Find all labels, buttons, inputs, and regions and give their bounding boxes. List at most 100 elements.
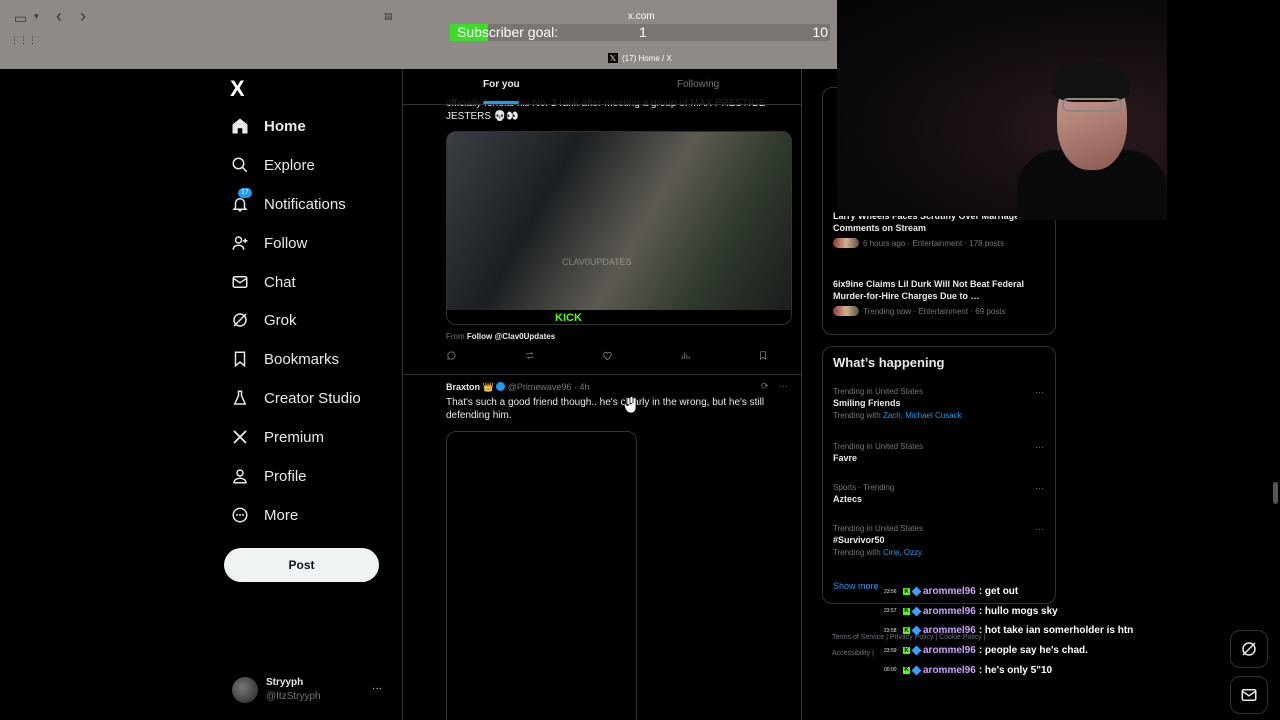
kick-logo: KICK [555,312,582,324]
sidebar-item-chat[interactable]: Chat [230,267,296,297]
more-icon[interactable]: ··· [1035,387,1044,397]
sidebar-item-follow[interactable]: Follow [230,228,307,258]
diamond-badge-icon [911,645,922,656]
mail-icon [1241,689,1257,701]
repost-icon[interactable] [524,350,536,364]
source-prefix: From [446,332,465,341]
trend-item[interactable]: Trending in United States Smiling Friend… [833,387,1048,420]
tweet-video[interactable] [446,431,637,720]
more-icon[interactable]: ··· [1035,483,1044,493]
sidebar-item-label: Bookmarks [264,350,340,368]
trend-with: Trending with Zach, Michael Cusack [833,411,1048,420]
grok-button[interactable] [1230,630,1268,668]
diamond-badge-icon [911,586,922,597]
bookmark-icon[interactable] [758,350,768,364]
account-switcher[interactable]: Stryyph @ItzStryyph ··· [230,675,390,705]
messages-button[interactable] [1230,676,1268,714]
reply-icon[interactable] [446,350,457,364]
chat-message: 23:58 K arommel96 : hot take ian somerho… [884,621,1184,641]
tweet-time[interactable]: · 4h [574,382,590,392]
sidebar-item-label: Grok [264,311,297,329]
subscriber-goal-label: Subscriber goal: [457,24,559,40]
video-caption-strip [447,310,791,324]
news-item[interactable]: 6ix9ine Claims Lil Durk Will Not Beat Fe… [833,278,1048,316]
sidebar-toggle-icon[interactable]: ▭ [14,10,27,27]
avatar [232,677,258,703]
trend-item[interactable]: Trending in United States #Survivor50 Tr… [833,524,1048,557]
tweet-header: Braxton 👑 @Primewave96 · 4h [446,382,589,393]
chat-time: 23:59 [884,647,897,654]
sidebar-item-creator-studio[interactable]: Creator Studio [230,383,361,413]
trend-with-links[interactable]: Cirie, Ozzy [883,548,922,557]
sidebar-item-home[interactable]: Home [230,111,306,141]
sidebar-nav: X Home Explore 17 Notifications Follow C… [224,70,402,720]
diamond-badge-icon [911,665,922,676]
chat-message: 23:57 K arommel96 : hullo mogs sky [884,602,1184,622]
mail-icon [230,272,250,292]
chat-message: 00:00 K arommel96 : he's only 5"10 [884,660,1184,680]
more-icon[interactable]: ··· [1035,442,1044,452]
chat-text: : hullo mogs sky [978,605,1058,617]
more-icon[interactable]: ··· [1035,524,1044,534]
tweet-video[interactable]: CLAV0UPDATES KICK [446,131,792,325]
chat-text: : he's only 5"10 [978,664,1053,676]
sidebar-item-label: Notifications [264,195,346,213]
account-handle: @ItzStryyph [266,691,321,702]
trend-with-links[interactable]: Zach, Michael Cusack [883,411,962,420]
more-icon[interactable]: ··· [372,683,382,694]
grok-icon[interactable]: ⟳ [761,381,769,391]
avatar-stack [833,306,859,316]
x-favicon-icon: 𝕏 [608,53,618,63]
tweet-header-actions: ⟳ ··· [761,381,788,392]
page-icon: ▤ [384,11,393,21]
tweet-author-name[interactable]: Braxton [446,382,480,392]
sidebar-item-notifications[interactable]: 17 Notifications [230,188,346,219]
back-button[interactable]: ‹ [56,6,62,27]
diamond-badge-icon [911,606,922,617]
sidebar-item-label: Chat [264,273,296,291]
browser-tab[interactable]: 𝕏 (17) Home / X [608,53,672,63]
sidebar-item-grok[interactable]: Grok [230,305,297,335]
chat-username: arommel96 [923,605,976,617]
like-icon[interactable] [602,350,613,364]
chat-time: 00:00 [884,667,897,674]
news-meta-text: 6 hours ago · Entertainment · 178 posts [863,238,1004,248]
tab-following[interactable]: Following [677,79,719,90]
subscriber-goal-current: 1 [639,24,647,40]
forward-button[interactable]: › [80,6,86,27]
sidebar-item-label: Home [264,117,306,135]
sidebar-item-explore[interactable]: Explore [230,150,315,180]
chat-message: 23:59 K arommel96 : people say he's chad… [884,641,1184,661]
address-bar[interactable]: x.com [628,11,655,22]
whats-happening-module: What’s happening Trending in United Stat… [822,346,1056,604]
sidebar-item-label: More [264,506,299,524]
views-icon[interactable] [680,350,691,364]
follow-source-link[interactable]: Follow @Clav0Updates [467,332,555,341]
chat-time: 23:56 [884,588,897,595]
trend-item[interactable]: Trending in United States Favre ··· [833,442,1048,463]
divider [403,374,801,375]
account-name: Stryyph [266,677,304,688]
chat-time: 23:57 [884,608,897,615]
sidebar-item-more[interactable]: More [230,500,298,530]
sidebar-item-profile[interactable]: Profile [230,461,307,491]
kick-icon: K [903,627,910,635]
grid-icon[interactable]: ⋮⋮⋮ [10,35,37,46]
tweet-source: From Follow @Clav0Updates [446,332,555,341]
chevron-down-icon[interactable]: ▾ [34,11,39,22]
flask-icon [230,388,250,408]
more-icon[interactable]: ··· [779,381,788,391]
tab-label: Following [677,79,720,90]
news-meta: Trending now · Entertainment · 69 posts [833,306,1048,316]
chat-time: 23:58 [884,627,897,634]
post-button[interactable]: Post [224,548,379,582]
tab-for-you[interactable]: For you [483,79,520,104]
tweet-author-handle[interactable]: @Primewave96 [508,382,572,392]
x-logo-icon[interactable]: X [230,78,252,100]
sidebar-item-bookmarks[interactable]: Bookmarks [230,344,339,374]
page-scrollbar[interactable] [1273,482,1278,504]
more-icon [230,505,250,525]
show-more-link[interactable]: Show more [833,581,879,591]
trend-item[interactable]: Sports · Trending Aztecs ··· [833,483,1048,504]
sidebar-item-premium[interactable]: Premium [230,422,324,452]
